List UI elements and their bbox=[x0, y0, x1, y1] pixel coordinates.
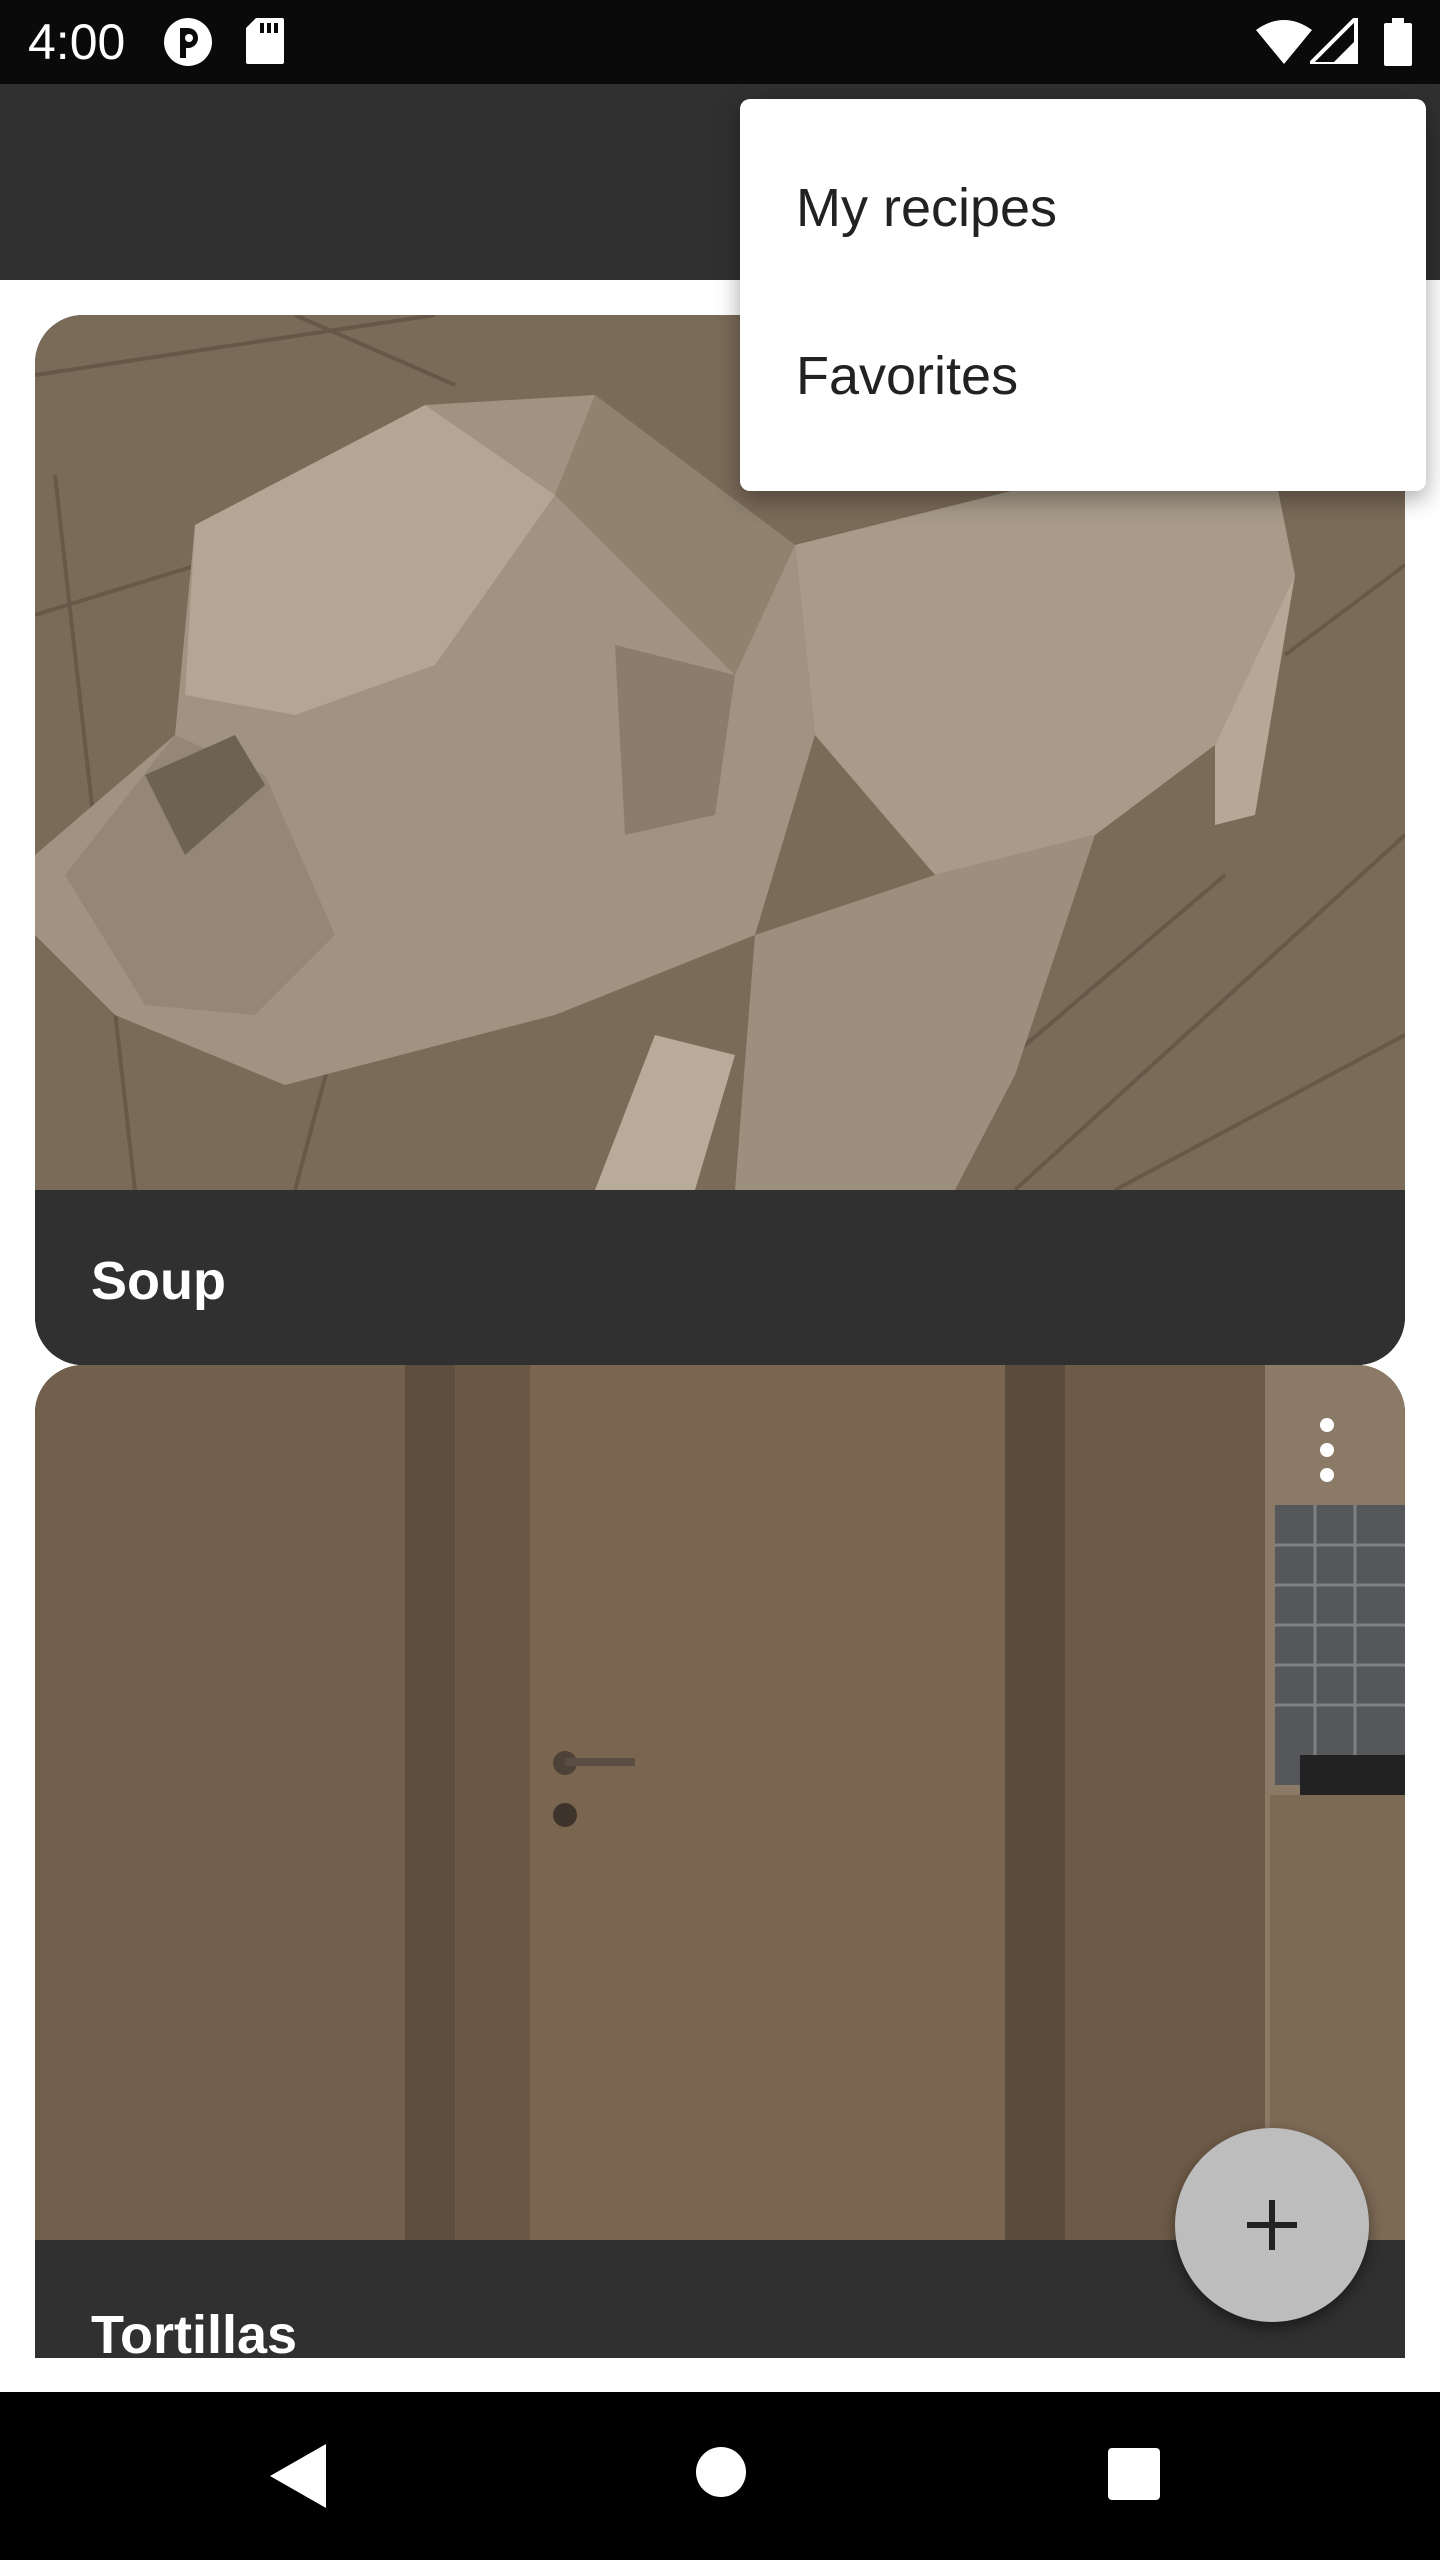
menu-item-label: Favorites bbox=[796, 346, 1019, 406]
battery-icon bbox=[1384, 18, 1412, 71]
recipe-card-footer: Soup bbox=[35, 1190, 1405, 1365]
status-time: 4:00 bbox=[28, 14, 126, 70]
plus-icon bbox=[1247, 2200, 1297, 2250]
navigation-bar bbox=[0, 2392, 1440, 2560]
menu-item-label: My recipes bbox=[796, 178, 1058, 238]
menu-item-favorites[interactable]: Favorites bbox=[740, 291, 1426, 459]
cell-signal-icon bbox=[1305, 13, 1358, 69]
recipe-list[interactable]: Soup Tortillas bbox=[0, 280, 1440, 2392]
wifi-icon bbox=[1256, 20, 1312, 69]
status-bar: 4:00 bbox=[0, 0, 1440, 84]
more-vert-icon[interactable] bbox=[1307, 1415, 1347, 1485]
app-notification-icon bbox=[162, 16, 214, 73]
home-icon[interactable] bbox=[695, 2446, 747, 2503]
add-recipe-button[interactable] bbox=[1175, 2128, 1369, 2322]
recipe-image bbox=[35, 1365, 1405, 2240]
recipe-title: Soup bbox=[91, 1251, 226, 1311]
overflow-menu: My recipes Favorites bbox=[740, 99, 1426, 491]
menu-item-my-recipes[interactable]: My recipes bbox=[740, 123, 1426, 291]
sd-card-icon bbox=[246, 18, 284, 69]
back-icon[interactable] bbox=[270, 2444, 326, 2513]
recents-icon[interactable] bbox=[1108, 2448, 1160, 2505]
recipe-title: Tortillas bbox=[91, 2305, 298, 2358]
